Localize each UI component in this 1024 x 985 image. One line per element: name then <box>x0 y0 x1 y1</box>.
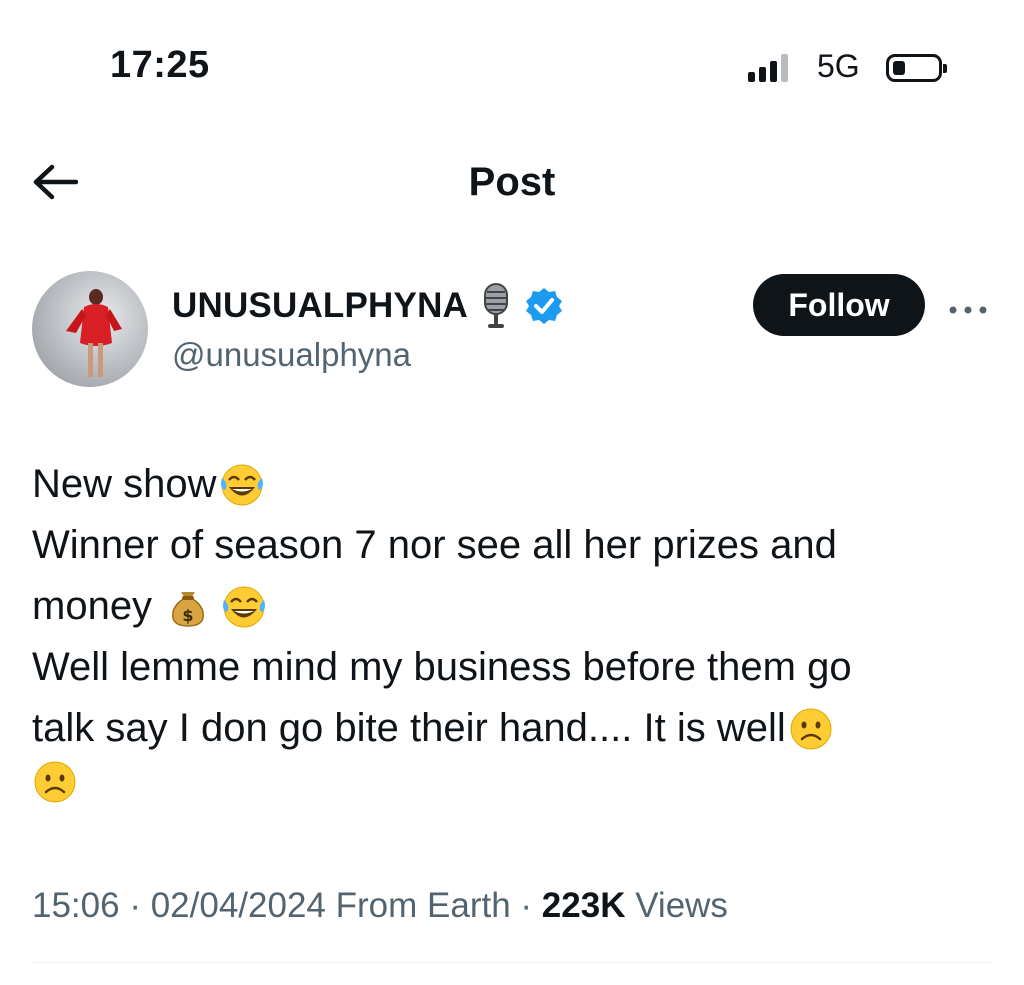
tweet-line: talk say I don go bite their hand.... It… <box>32 698 972 759</box>
frowning-face-emoji-icon <box>790 708 832 749</box>
verified-badge-icon[interactable] <box>524 286 564 326</box>
views-count[interactable]: 223K <box>542 886 626 925</box>
tweet-line-text: talk say I don go bite their hand.... It… <box>32 706 786 750</box>
author-display-name[interactable]: UNUSUALPHYNA <box>172 286 468 326</box>
tweet-line: Well lemme mind my business before them … <box>32 637 972 698</box>
tweet-line-text: Winner of season 7 nor see all her prize… <box>32 523 837 567</box>
avatar[interactable] <box>32 271 148 387</box>
author-name-row[interactable]: UNUSUALPHYNA <box>172 282 564 330</box>
tears-of-joy-emoji-icon <box>223 586 266 627</box>
post-location: From Earth <box>335 886 511 925</box>
money-bag-emoji-icon: $ <box>172 591 205 627</box>
avatar-figure <box>66 289 122 377</box>
frowning-face-emoji-icon <box>34 761 76 803</box>
more-horizontal-icon[interactable] <box>948 290 988 324</box>
divider <box>32 962 992 963</box>
tears-of-joy-emoji-icon <box>220 464 263 505</box>
post-meta: 15:06 · 02/04/2024 From Earth · 223K Vie… <box>32 886 728 926</box>
tweet-line <box>32 759 972 805</box>
svg-text:$: $ <box>183 606 194 625</box>
follow-button[interactable]: Follow <box>753 274 925 336</box>
tweet-line: Winner of season 7 nor see all her prize… <box>32 515 972 576</box>
microphone-icon <box>484 283 509 328</box>
tweet-line: New show <box>32 454 972 515</box>
cellular-signal-icon <box>748 54 788 82</box>
page-title: Post <box>468 160 556 204</box>
status-time: 17:25 <box>110 44 210 86</box>
tweet-line-text: New show <box>32 462 217 506</box>
tweet-text: New show Winner of season 7 nor see all … <box>32 454 972 805</box>
meta-separator: · <box>520 886 533 925</box>
author-handle[interactable]: @unusualphyna <box>172 336 411 374</box>
tweet-line-text: money <box>32 584 164 628</box>
tweet-line: money $ <box>32 576 972 637</box>
tweet-line-text: Well lemme mind my business before them … <box>32 645 852 689</box>
battery-icon <box>886 54 947 82</box>
post-date[interactable]: 02/04/2024 <box>151 886 326 925</box>
views-label[interactable]: Views <box>635 886 728 925</box>
post-time[interactable]: 15:06 <box>32 886 120 925</box>
network-type: 5G <box>817 48 860 84</box>
meta-separator: · <box>129 886 141 925</box>
